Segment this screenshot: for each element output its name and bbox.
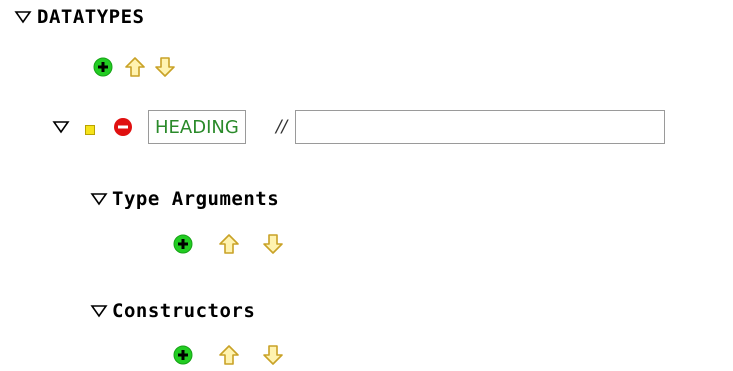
type-arguments-collapse-toggle[interactable] [90,192,108,206]
datatype-marker [84,121,96,135]
type-argument-move-down-button[interactable] [262,233,284,255]
add-type-argument-button[interactable] [172,233,194,255]
up-arrow-icon [219,345,239,365]
add-icon [93,57,113,77]
datatypes-title: DATATYPES [37,6,145,28]
datatype-name-field[interactable]: HEADING [148,110,246,144]
add-datatype-button[interactable] [92,56,114,78]
up-arrow-icon [219,234,239,254]
add-icon [173,345,193,365]
add-icon [173,234,193,254]
datatype-collapse-toggle[interactable] [52,120,70,134]
comment-separator: // [275,117,288,137]
constructor-move-down-button[interactable] [262,344,284,366]
datatypes-header: DATATYPES [14,6,144,28]
yellow-square-icon [85,125,95,135]
add-constructor-button[interactable] [172,344,194,366]
constructors-toolbar [172,344,284,366]
type-argument-move-up-button[interactable] [218,233,240,255]
move-down-button[interactable] [154,56,176,78]
move-up-button[interactable] [124,56,146,78]
triangle-down-icon [90,193,108,206]
remove-icon [114,118,132,136]
down-arrow-icon [263,234,283,254]
constructor-move-up-button[interactable] [218,344,240,366]
type-arguments-header: Type Arguments [90,188,279,210]
constructors-header: Constructors [90,300,255,322]
datatypes-toolbar [92,56,176,78]
triangle-down-icon [52,121,70,134]
triangle-down-icon [14,11,32,24]
datatype-comment-input[interactable] [295,110,666,144]
remove-datatype-button[interactable] [112,116,134,138]
datatype-row: HEADING // [52,110,666,144]
type-arguments-title: Type Arguments [112,188,280,210]
down-arrow-icon [263,345,283,365]
down-arrow-icon [155,57,175,77]
type-arguments-toolbar [172,233,284,255]
up-arrow-icon [125,57,145,77]
datatypes-collapse-toggle[interactable] [14,10,32,24]
constructors-collapse-toggle[interactable] [90,304,108,318]
constructors-title: Constructors [112,300,256,322]
triangle-down-icon [90,305,108,318]
